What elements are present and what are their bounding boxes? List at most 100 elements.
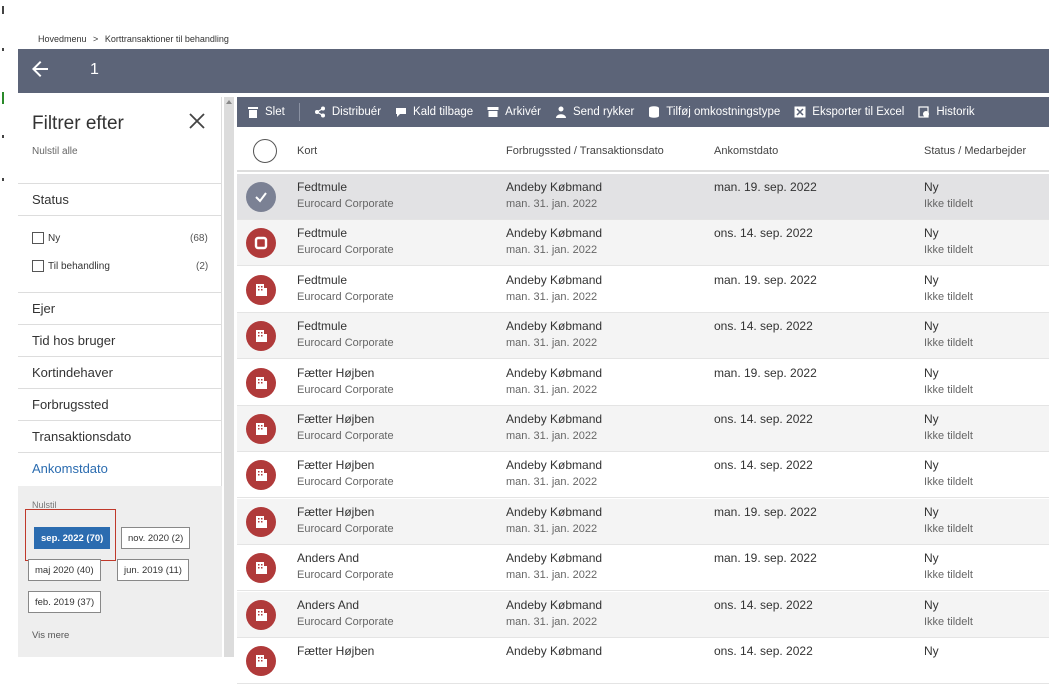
- assignee: Ikke tildelt: [924, 244, 973, 257]
- cardholder-name: Anders And: [297, 597, 360, 612]
- card-type: Eurocard Corporate: [297, 383, 394, 396]
- transaction-date: man. 31. jan. 2022: [506, 430, 598, 442]
- card-type: Eurocard Corporate: [297, 476, 394, 489]
- arrival-date: man. 19. sep. 2022: [714, 272, 817, 287]
- building-icon[interactable]: [246, 460, 276, 491]
- table-row[interactable]: Fedtmule Eurocard Corporate Andeby Købmand…: [237, 313, 1049, 360]
- transaction-date: man. 31. jan. 2022: [506, 383, 598, 396]
- filter-section-transaktionsdato[interactable]: Transaktionsdato: [18, 420, 222, 452]
- cardholder-name: Fætter Højben: [297, 365, 375, 380]
- filter-section-forbrugssted[interactable]: Forbrugssted: [18, 388, 222, 420]
- date-chip-feb-2019[interactable]: feb. 2019 (37): [28, 591, 102, 613]
- table-row[interactable]: Fætter Højben Eurocard Corporate Andeby Kø…: [237, 360, 1049, 406]
- status-text: Ny: [924, 504, 939, 519]
- excel-icon: [794, 106, 806, 118]
- column-header-status[interactable]: Status / Medarbejder: [924, 145, 1026, 157]
- arrival-date-panel: Nulstil sep. 2022 (70) nov. 2020 (2) maj…: [18, 486, 222, 657]
- cardholder-name: Anders And: [297, 551, 360, 566]
- back-arrow-icon[interactable]: [28, 57, 52, 81]
- filter-check-ny[interactable]: Ny: [32, 232, 60, 244]
- cardholder-name: Fedtmule: [297, 180, 348, 194]
- arrival-date: man. 19. sep. 2022: [714, 551, 817, 566]
- table-row[interactable]: Fætter Højben Eurocard Corporate Andeby Kø…: [237, 452, 1049, 499]
- building-icon[interactable]: [246, 599, 276, 630]
- status-text: Ny: [924, 272, 939, 287]
- distribute-button[interactable]: Distribuér: [314, 106, 381, 118]
- square-icon[interactable]: [246, 228, 276, 259]
- show-more-link[interactable]: Vis mere: [32, 630, 69, 641]
- date-chip-maj-2020[interactable]: maj 2020 (40): [28, 559, 101, 581]
- table-row[interactable]: Fætter Højben Eurocard Corporate Andeby Kø…: [237, 498, 1049, 545]
- filter-section-ejer[interactable]: Ejer: [18, 292, 222, 324]
- date-chip-jun-2019[interactable]: jun. 2019 (11): [117, 559, 189, 581]
- building-icon[interactable]: [246, 414, 276, 444]
- filter-check-til-behandling[interactable]: Til behandling: [32, 260, 110, 272]
- merchant: Andeby Købmand: [506, 551, 603, 566]
- breadcrumb-home[interactable]: Hovedmenu: [38, 34, 87, 44]
- cardholder-name: Fedtmule: [297, 272, 348, 287]
- filter-section-tid-hos-bruger[interactable]: Tid hos bruger: [18, 324, 222, 356]
- filter-section-status[interactable]: Status: [18, 183, 222, 215]
- table-row[interactable]: Fætter Højben Andeby Købmand ons. 14. sep.…: [237, 638, 1049, 684]
- checkbox[interactable]: [32, 232, 44, 244]
- status-text: Ny: [924, 180, 939, 194]
- toolbar-divider: [298, 103, 300, 121]
- reset-all-link[interactable]: Nulstil alle: [32, 146, 78, 157]
- share-icon: [314, 106, 325, 118]
- merchant: Andeby Købmand: [506, 319, 603, 334]
- column-header-forbrugssted[interactable]: Forbrugssted / Transaktionsdato: [506, 145, 664, 157]
- history-button[interactable]: Historik: [918, 106, 975, 118]
- add-cost-type-button[interactable]: Tilføj omkostningstype: [648, 106, 780, 118]
- building-icon[interactable]: [246, 321, 276, 352]
- check-icon[interactable]: [246, 182, 276, 212]
- archive-icon: [487, 107, 499, 117]
- archive-button[interactable]: Arkivér: [487, 106, 541, 118]
- table-row[interactable]: Anders And Eurocard Corporate Andeby Købma…: [237, 545, 1049, 592]
- top-bar: 1: [18, 49, 1049, 93]
- merchant: Andeby Købmand: [506, 597, 603, 612]
- delete-button[interactable]: Slet: [247, 106, 285, 118]
- filter-section-ankomstdato[interactable]: Ankomstdato: [18, 452, 222, 484]
- merchant: Andeby Købmand: [506, 272, 603, 287]
- date-chip-nov-2020[interactable]: nov. 2020 (2): [121, 527, 191, 549]
- status-text: Ny: [924, 644, 939, 658]
- export-excel-button[interactable]: Eksporter til Excel: [794, 106, 904, 118]
- filter-section-kortindehaver[interactable]: Kortindehaver: [18, 356, 222, 388]
- building-icon[interactable]: [246, 506, 276, 537]
- column-header-kort[interactable]: Kort: [297, 145, 317, 157]
- table-row[interactable]: Fedtmule Eurocard Corporate Andeby Købmand…: [237, 174, 1049, 220]
- card-type: Eurocard Corporate: [297, 198, 394, 210]
- table-row[interactable]: Anders And Eurocard Corporate Andeby Købma…: [237, 591, 1049, 638]
- send-reminder-button[interactable]: Send rykker: [555, 106, 634, 118]
- export-excel-label: Eksporter til Excel: [812, 106, 905, 118]
- checkbox[interactable]: [32, 260, 44, 272]
- sidebar-scrollbar[interactable]: [224, 97, 234, 657]
- arrival-date: man. 19. sep. 2022: [714, 504, 817, 519]
- table-row[interactable]: Fætter Højben Eurocard Corporate Andeby Kø…: [237, 406, 1049, 452]
- close-icon[interactable]: [188, 112, 206, 130]
- recall-button[interactable]: Kald tilbage: [395, 106, 473, 118]
- building-icon[interactable]: [246, 367, 276, 398]
- merchant: Andeby Købmand: [506, 412, 603, 426]
- building-icon[interactable]: [246, 274, 276, 305]
- date-chip-sep-2022[interactable]: sep. 2022 (70): [34, 527, 111, 549]
- card-type: Eurocard Corporate: [297, 522, 394, 535]
- status-text: Ny: [924, 458, 939, 473]
- transaction-date: man. 31. jan. 2022: [506, 522, 598, 535]
- column-header-ankomstdato[interactable]: Ankomstdato: [714, 145, 778, 157]
- building-icon[interactable]: [246, 553, 276, 584]
- grid-header: Kort Forbrugssted / Transaktionsdato Ank…: [237, 131, 1049, 172]
- person-icon: [555, 106, 566, 118]
- table-row[interactable]: Fedtmule Eurocard Corporate Andeby Købmand…: [237, 267, 1049, 313]
- cardholder-name: Fætter Højben: [297, 644, 375, 658]
- scroll-up-icon[interactable]: [226, 100, 232, 104]
- table-row[interactable]: Fedtmule Eurocard Corporate Andeby Købmand…: [237, 220, 1049, 267]
- edge-mark: [2, 6, 4, 14]
- arrival-date: ons. 14. sep. 2022: [714, 597, 813, 612]
- building-icon[interactable]: [246, 646, 276, 676]
- speech-icon: [396, 108, 407, 117]
- breadcrumb-current: Korttransaktioner til behandling: [104, 34, 229, 44]
- trash-icon: [248, 107, 258, 118]
- left-edge: [0, 0, 10, 657]
- select-all-toggle[interactable]: [253, 139, 277, 163]
